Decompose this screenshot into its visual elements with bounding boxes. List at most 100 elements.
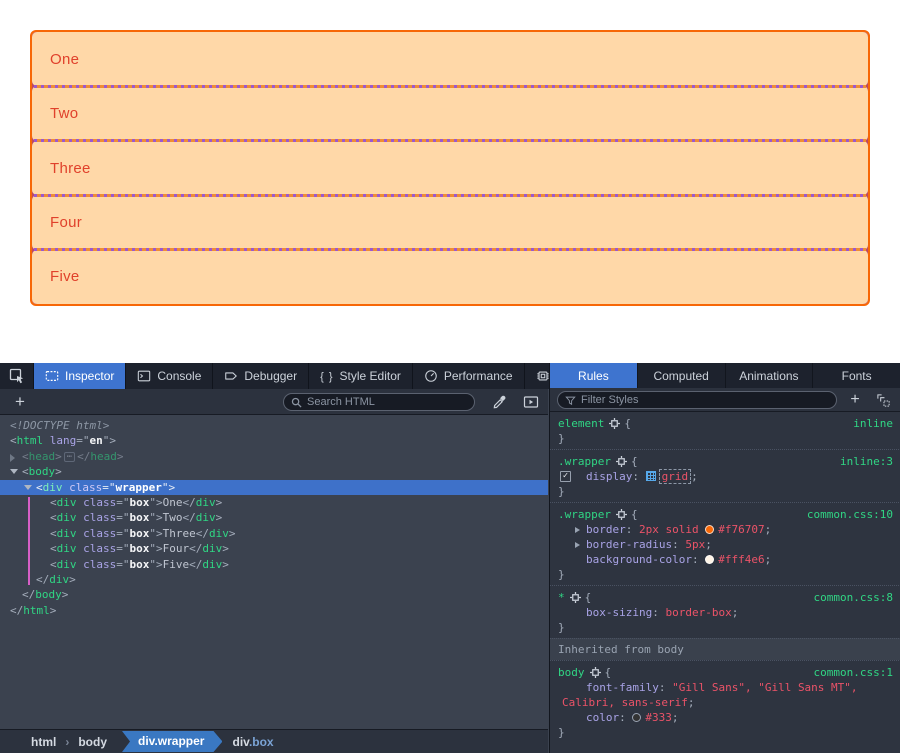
- search-html-box[interactable]: [283, 393, 475, 411]
- breadcrumb-item[interactable]: html: [22, 735, 65, 749]
- tab-inspector[interactable]: Inspector: [34, 363, 126, 389]
- markup-node-selected[interactable]: <div class="wrapper">: [0, 480, 548, 495]
- css-property-name[interactable]: border-radius: [586, 538, 672, 551]
- collapse-arrow-icon[interactable]: [10, 469, 18, 474]
- expand-shorthand-icon[interactable]: [575, 542, 580, 548]
- markup-node[interactable]: <div class="box">Five</div>: [0, 557, 548, 572]
- markup-token: box: [130, 558, 150, 571]
- sidebar-tab-animations[interactable]: Animations: [726, 363, 814, 388]
- search-html-input[interactable]: [307, 396, 467, 408]
- markup-token: Two: [163, 511, 183, 524]
- declaration-checkbox[interactable]: ✓: [560, 471, 571, 482]
- markup-node[interactable]: <body>: [0, 464, 548, 479]
- markup-token: en: [90, 434, 103, 447]
- css-declaration[interactable]: ✓display: grid;: [558, 469, 893, 484]
- selector-highlighter-icon[interactable]: [616, 456, 627, 467]
- css-property-name[interactable]: color: [586, 711, 619, 724]
- breadcrumb-item[interactable]: div.box: [222, 735, 282, 749]
- css-property-name[interactable]: border: [586, 523, 626, 536]
- css-declaration[interactable]: background-color: #fff4e6;: [558, 552, 893, 567]
- color-swatch[interactable]: [632, 713, 641, 722]
- rules-list: inlineelement{}inline:3.wrapper{✓display…: [550, 412, 900, 753]
- css-declaration[interactable]: border: 2px solid #f76707;: [558, 522, 893, 537]
- markup-node[interactable]: <head>⋯</head>: [0, 449, 548, 464]
- markup-node[interactable]: </html>: [0, 603, 548, 618]
- expand-shorthand-icon[interactable]: [575, 527, 580, 533]
- sidebar-toggle-icon[interactable]: [518, 389, 544, 415]
- css-declaration[interactable]: color: #333;: [558, 710, 893, 725]
- markup-token: >: [222, 558, 229, 571]
- stylesheet-link[interactable]: common.css:8: [814, 590, 893, 605]
- filter-styles-box[interactable]: [557, 391, 837, 409]
- tab-style-editor[interactable]: { }Style Editor: [309, 363, 413, 389]
- stylesheet-link[interactable]: common.css:1: [814, 665, 893, 680]
- color-swatch[interactable]: [705, 555, 714, 564]
- collapse-arrow-icon[interactable]: [24, 485, 32, 490]
- selector-highlighter-icon[interactable]: [570, 592, 581, 603]
- markup-token: html: [17, 434, 44, 447]
- css-declaration[interactable]: border-radius: 5px;: [558, 537, 893, 552]
- tab-debugger[interactable]: Debugger: [213, 363, 309, 389]
- expand-arrow-icon[interactable]: [10, 454, 15, 462]
- filter-styles-input[interactable]: [581, 394, 829, 406]
- rule-selector[interactable]: element: [558, 417, 604, 430]
- css-property-name[interactable]: box-sizing: [586, 606, 652, 619]
- sidebar-tab-fonts[interactable]: Fonts: [813, 363, 900, 388]
- markup-node[interactable]: <div class="box">One</div>: [0, 495, 548, 510]
- css-property-name[interactable]: font-family: [586, 681, 659, 694]
- css-value-grid[interactable]: grid: [659, 469, 692, 484]
- css-declaration[interactable]: box-sizing: border-box;: [558, 605, 893, 620]
- markup-token: wrapper: [116, 481, 162, 494]
- css-declaration-wrap[interactable]: Calibri, sans-serif;: [558, 695, 893, 710]
- rule-selector[interactable]: .wrapper: [558, 508, 611, 521]
- css-value[interactable]: border-box: [665, 606, 731, 619]
- tab-performance[interactable]: Performance: [413, 363, 525, 389]
- breadcrumb-item-selected[interactable]: div.wrapper: [122, 731, 222, 752]
- css-property-name[interactable]: background-color: [586, 553, 692, 566]
- tab-label: Style Editor: [340, 369, 401, 383]
- selector-highlighter-icon[interactable]: [590, 667, 601, 678]
- sidebar-tab-rules[interactable]: Rules: [550, 363, 638, 388]
- pick-element-icon[interactable]: [0, 363, 34, 389]
- rule-selector[interactable]: .wrapper: [558, 455, 611, 468]
- markup-node[interactable]: <div class="box">Three</div>: [0, 526, 548, 541]
- markup-token: class: [83, 542, 116, 555]
- stylesheet-link[interactable]: inline:3: [840, 454, 893, 469]
- colon: :: [672, 538, 685, 551]
- grid-highlighter-icon[interactable]: [646, 471, 656, 481]
- css-declaration[interactable]: font-family: "Gill Sans", "Gill Sans MT"…: [558, 680, 893, 695]
- selector-highlighter-icon[interactable]: [616, 509, 627, 520]
- markup-token: =": [102, 481, 115, 494]
- add-rule-button[interactable]: +: [843, 388, 867, 412]
- css-value[interactable]: #f76707: [718, 523, 764, 536]
- css-value[interactable]: #fff4e6: [718, 553, 764, 566]
- sidebar-tab-computed[interactable]: Computed: [638, 363, 726, 388]
- selector-highlighter-icon[interactable]: [609, 418, 620, 429]
- css-value[interactable]: #333: [645, 711, 672, 724]
- markup-token: Four: [163, 542, 190, 555]
- breadcrumb-item[interactable]: body: [69, 735, 116, 749]
- eyedropper-icon[interactable]: [486, 389, 512, 415]
- create-node-button[interactable]: +: [8, 389, 32, 415]
- markup-node[interactable]: <!DOCTYPE html>: [0, 418, 548, 433]
- stylesheet-link[interactable]: inline: [853, 416, 893, 431]
- open-brace: {: [585, 591, 592, 604]
- markup-node[interactable]: </div>: [0, 572, 548, 587]
- css-value[interactable]: 5px: [685, 538, 705, 551]
- rule-selector[interactable]: body: [558, 666, 585, 679]
- markup-node[interactable]: <html lang="en">: [0, 433, 548, 448]
- rule-selector[interactable]: *: [558, 591, 565, 604]
- css-value[interactable]: Calibri, sans-serif: [562, 696, 688, 709]
- css-property-name[interactable]: display: [586, 470, 632, 483]
- stylesheet-link[interactable]: common.css:10: [807, 507, 893, 522]
- css-value[interactable]: 2px solid: [639, 523, 705, 536]
- markup-node[interactable]: <div class="box">Two</div>: [0, 510, 548, 525]
- tab-console[interactable]: Console: [126, 363, 213, 389]
- grid-wrapper: OneTwoThreeFourFive: [30, 30, 870, 306]
- markup-token: >: [55, 465, 62, 478]
- color-swatch[interactable]: [705, 525, 714, 534]
- pseudo-class-toggle-icon[interactable]: [871, 388, 895, 412]
- markup-node[interactable]: <div class="box">Four</div>: [0, 541, 548, 556]
- markup-node[interactable]: </body>: [0, 587, 548, 602]
- css-value[interactable]: "Gill Sans", "Gill Sans MT",: [672, 681, 857, 694]
